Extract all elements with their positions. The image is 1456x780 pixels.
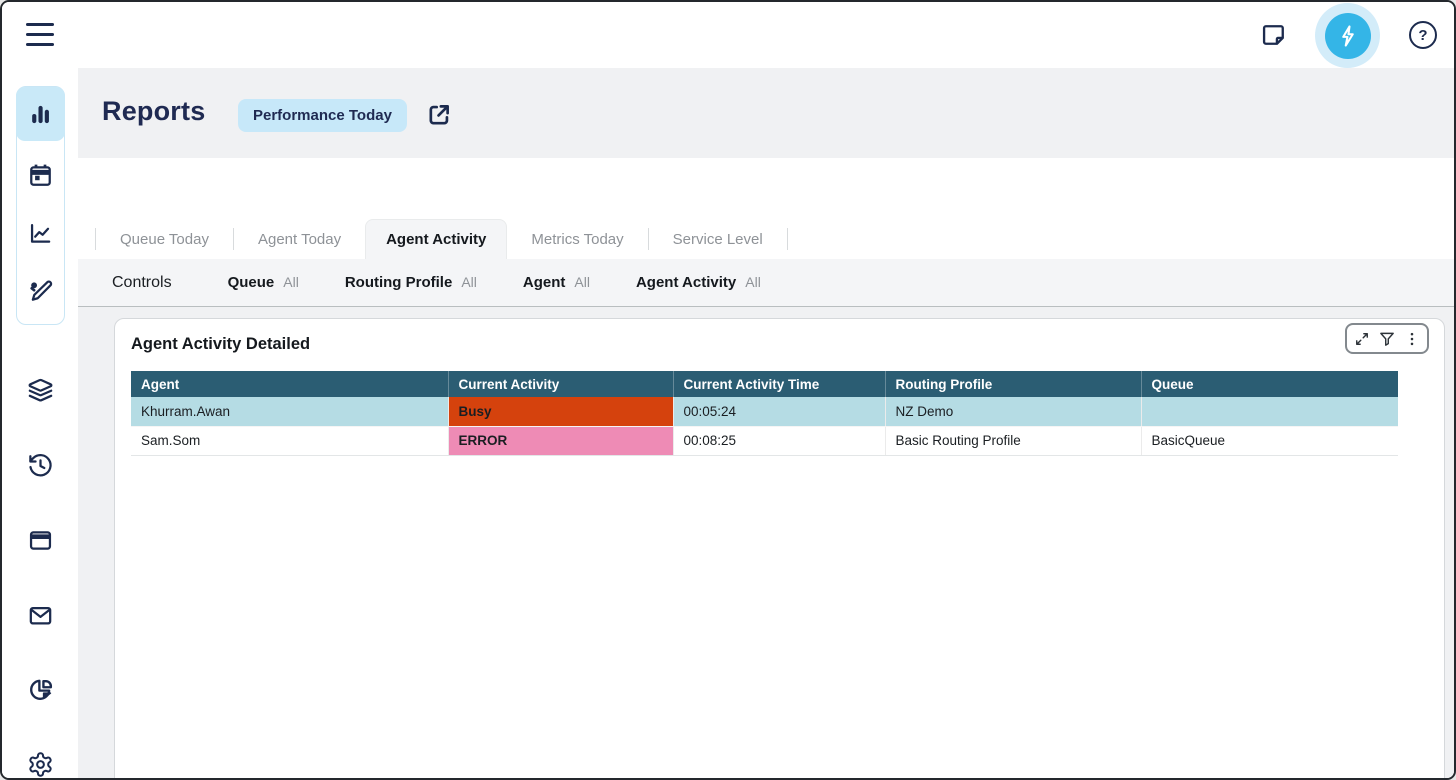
table-row[interactable]: Khurram.Awan Busy 00:05:24 NZ Demo [131,397,1398,426]
tab-queue-today[interactable]: Queue Today [96,219,233,259]
tab-bar: Queue Today Agent Today Agent Activity M… [95,219,788,259]
tabs-panel: Queue Today Agent Today Agent Activity M… [78,158,1454,259]
controls-label: Controls [112,274,172,292]
sidebar-item-calendar[interactable] [16,148,65,202]
top-bar: ? [2,2,1454,68]
expand-icon[interactable] [1352,329,1372,349]
tab-agent-activity[interactable]: Agent Activity [365,219,507,259]
sidebar [2,68,78,778]
table-row[interactable]: Sam.Som ERROR 00:08:25 Basic Routing Pro… [131,426,1398,455]
cell-current-activity: Busy [448,397,673,426]
sidebar-item-history[interactable] [2,438,78,492]
sidebar-item-design[interactable] [16,264,65,318]
filter-routing-profile[interactable]: Routing Profile All [345,274,477,291]
report-selector-badge[interactable]: Performance Today [238,99,407,132]
cell-queue [1141,397,1398,426]
cell-current-activity: ERROR [448,426,673,455]
agent-activity-table: Agent Current Activity Current Activity … [131,371,1398,456]
cell-agent: Khurram.Awan [131,397,448,426]
help-glyph: ? [1418,27,1427,44]
pie-chart-icon [27,676,54,703]
filter-agent[interactable]: Agent All [523,274,590,291]
cell-routing-profile: NZ Demo [885,397,1141,426]
column-header-current-activity[interactable]: Current Activity [448,371,673,397]
note-icon[interactable] [1260,21,1288,49]
filter-name: Agent Activity [636,274,736,291]
main-content: Reports Performance Today Queue Today Ag… [78,68,1454,778]
sidebar-item-settings[interactable] [2,737,78,780]
cell-queue: BasicQueue [1141,426,1398,455]
spark-button-halo [1315,3,1380,68]
controls-bar: Controls Queue All Routing Profile All A… [78,259,1454,307]
tab-agent-today[interactable]: Agent Today [234,219,365,259]
tab-divider [787,228,788,250]
design-icon [27,278,54,305]
filter-name: Routing Profile [345,274,453,291]
kebab-menu-icon[interactable] [1402,329,1422,349]
window-icon [27,527,54,554]
column-header-agent[interactable]: Agent [131,371,448,397]
app-window: ? [0,0,1456,780]
filter-queue[interactable]: Queue All [228,274,299,291]
tab-service-level[interactable]: Service Level [649,219,787,259]
filter-value: All [283,274,299,290]
sidebar-item-line-chart[interactable] [16,206,65,260]
filters: Queue All Routing Profile All Agent All … [228,274,761,291]
mail-icon [27,602,54,629]
filter-value: All [461,274,477,290]
settings-icon [27,751,54,778]
page-title: Reports [102,96,205,127]
report-title: Agent Activity Detailed [131,335,310,354]
cell-routing-profile: Basic Routing Profile [885,426,1141,455]
menu-icon[interactable] [26,23,54,46]
sidebar-item-mail[interactable] [2,588,78,642]
cell-agent: Sam.Som [131,426,448,455]
tab-metrics-today[interactable]: Metrics Today [507,219,647,259]
cell-current-activity-time: 00:05:24 [673,397,885,426]
filter-agent-activity[interactable]: Agent Activity All [636,274,761,291]
sidebar-item-bar-chart[interactable] [16,87,65,141]
lightning-icon[interactable] [1325,13,1371,59]
report-toolbar [1345,323,1429,354]
help-icon[interactable]: ? [1409,21,1437,49]
bar-chart-icon [27,101,54,128]
sidebar-item-layers[interactable] [2,363,78,417]
sidebar-item-window[interactable] [2,513,78,567]
column-header-current-activity-time[interactable]: Current Activity Time [673,371,885,397]
external-link-icon[interactable] [425,101,453,129]
column-header-queue[interactable]: Queue [1141,371,1398,397]
filter-icon[interactable] [1377,329,1397,349]
cell-current-activity-time: 00:08:25 [673,426,885,455]
sidebar-item-pie-chart[interactable] [2,662,78,716]
filter-name: Agent [523,274,566,291]
calendar-icon [27,162,54,189]
filter-name: Queue [228,274,275,291]
page-header: Reports Performance Today [78,68,1454,158]
report-card: Agent Activity Detailed [114,318,1445,780]
line-chart-icon [27,220,54,247]
filter-value: All [574,274,590,290]
table-header-row: Agent Current Activity Current Activity … [131,371,1398,397]
history-icon [27,452,54,479]
layers-icon [27,377,54,404]
column-header-routing-profile[interactable]: Routing Profile [885,371,1141,397]
filter-value: All [745,274,761,290]
